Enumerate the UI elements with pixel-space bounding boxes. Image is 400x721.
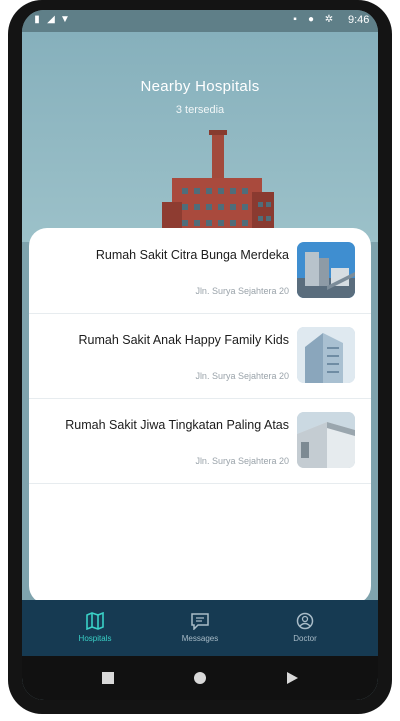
page-title: Nearby Hospitals xyxy=(140,78,260,95)
hospital-name: Rumah Sakit Citra Bunga Merdeka xyxy=(95,248,289,262)
sd-card-icon: ▪ xyxy=(293,14,297,25)
nav-item-doctor[interactable]: Doctor xyxy=(250,604,360,650)
hospital-photo-image xyxy=(297,327,355,383)
back-icon[interactable] xyxy=(284,670,300,686)
hospital-address: Jln. Surya Sejahtera 20 xyxy=(195,456,289,466)
hero-banner: Nearby Hospitals 3 tersedia xyxy=(22,32,378,245)
hospital-name: Rumah Sakit Anak Happy Family Kids xyxy=(78,333,289,347)
hospital-thumbnail xyxy=(297,412,355,468)
nav-label: Doctor xyxy=(293,634,317,643)
signal-icon: ◢ xyxy=(47,14,55,25)
bottom-navigation: Hospitals Messages Doctor xyxy=(22,600,378,656)
device-frame: ▮ ◢ ▼ ▪ ● ✲ 9:46 Nearby Hospitals 3 ters… xyxy=(0,0,400,721)
hospital-photo-image xyxy=(297,242,355,298)
recents-icon[interactable] xyxy=(100,670,116,686)
nav-item-messages[interactable]: Messages xyxy=(145,604,255,650)
hospital-list-item[interactable]: Rumah Sakit Jiwa Tingkatan Paling Atas J… xyxy=(29,398,371,484)
hospital-list-item[interactable]: Rumah Sakit Citra Bunga Merdeka Jln. Sur… xyxy=(29,228,371,314)
hospital-photo-image xyxy=(297,412,355,468)
nav-item-hospitals[interactable]: Hospitals xyxy=(40,604,150,650)
hospital-list-item[interactable]: Rumah Sakit Anak Happy Family Kids Jln. … xyxy=(29,313,371,399)
circle-icon: ● xyxy=(307,14,315,25)
hospital-list-card: Rumah Sakit Citra Bunga Merdeka Jln. Sur… xyxy=(29,228,371,604)
hospital-thumbnail xyxy=(297,242,355,298)
settings-icon: ✲ xyxy=(324,14,334,25)
map-icon xyxy=(86,612,104,630)
hospital-address: Jln. Surya Sejahtera 20 xyxy=(195,286,289,296)
nav-label: Hospitals xyxy=(78,634,112,643)
status-time: 9:46 xyxy=(348,14,370,26)
nav-label: Messages xyxy=(181,634,219,643)
app-screen: ▮ ◢ ▼ ▪ ● ✲ 9:46 Nearby Hospitals 3 ters… xyxy=(22,10,378,700)
wifi-icon: ▼ xyxy=(60,14,70,25)
system-navigation-bar xyxy=(22,656,378,700)
hospital-name: Rumah Sakit Jiwa Tingkatan Paling Atas xyxy=(65,418,289,432)
page-subtitle: 3 tersedia xyxy=(175,104,225,116)
message-icon xyxy=(191,613,209,630)
home-icon[interactable] xyxy=(192,670,208,686)
phone-body: ▮ ◢ ▼ ▪ ● ✲ 9:46 Nearby Hospitals 3 ters… xyxy=(8,0,392,714)
doctor-icon xyxy=(296,612,314,630)
hospital-address: Jln. Surya Sejahtera 20 xyxy=(195,371,289,381)
status-bar: ▮ ◢ ▼ ▪ ● ✲ 9:46 xyxy=(22,10,378,32)
battery-icon: ▮ xyxy=(34,14,40,25)
hospital-thumbnail xyxy=(297,327,355,383)
